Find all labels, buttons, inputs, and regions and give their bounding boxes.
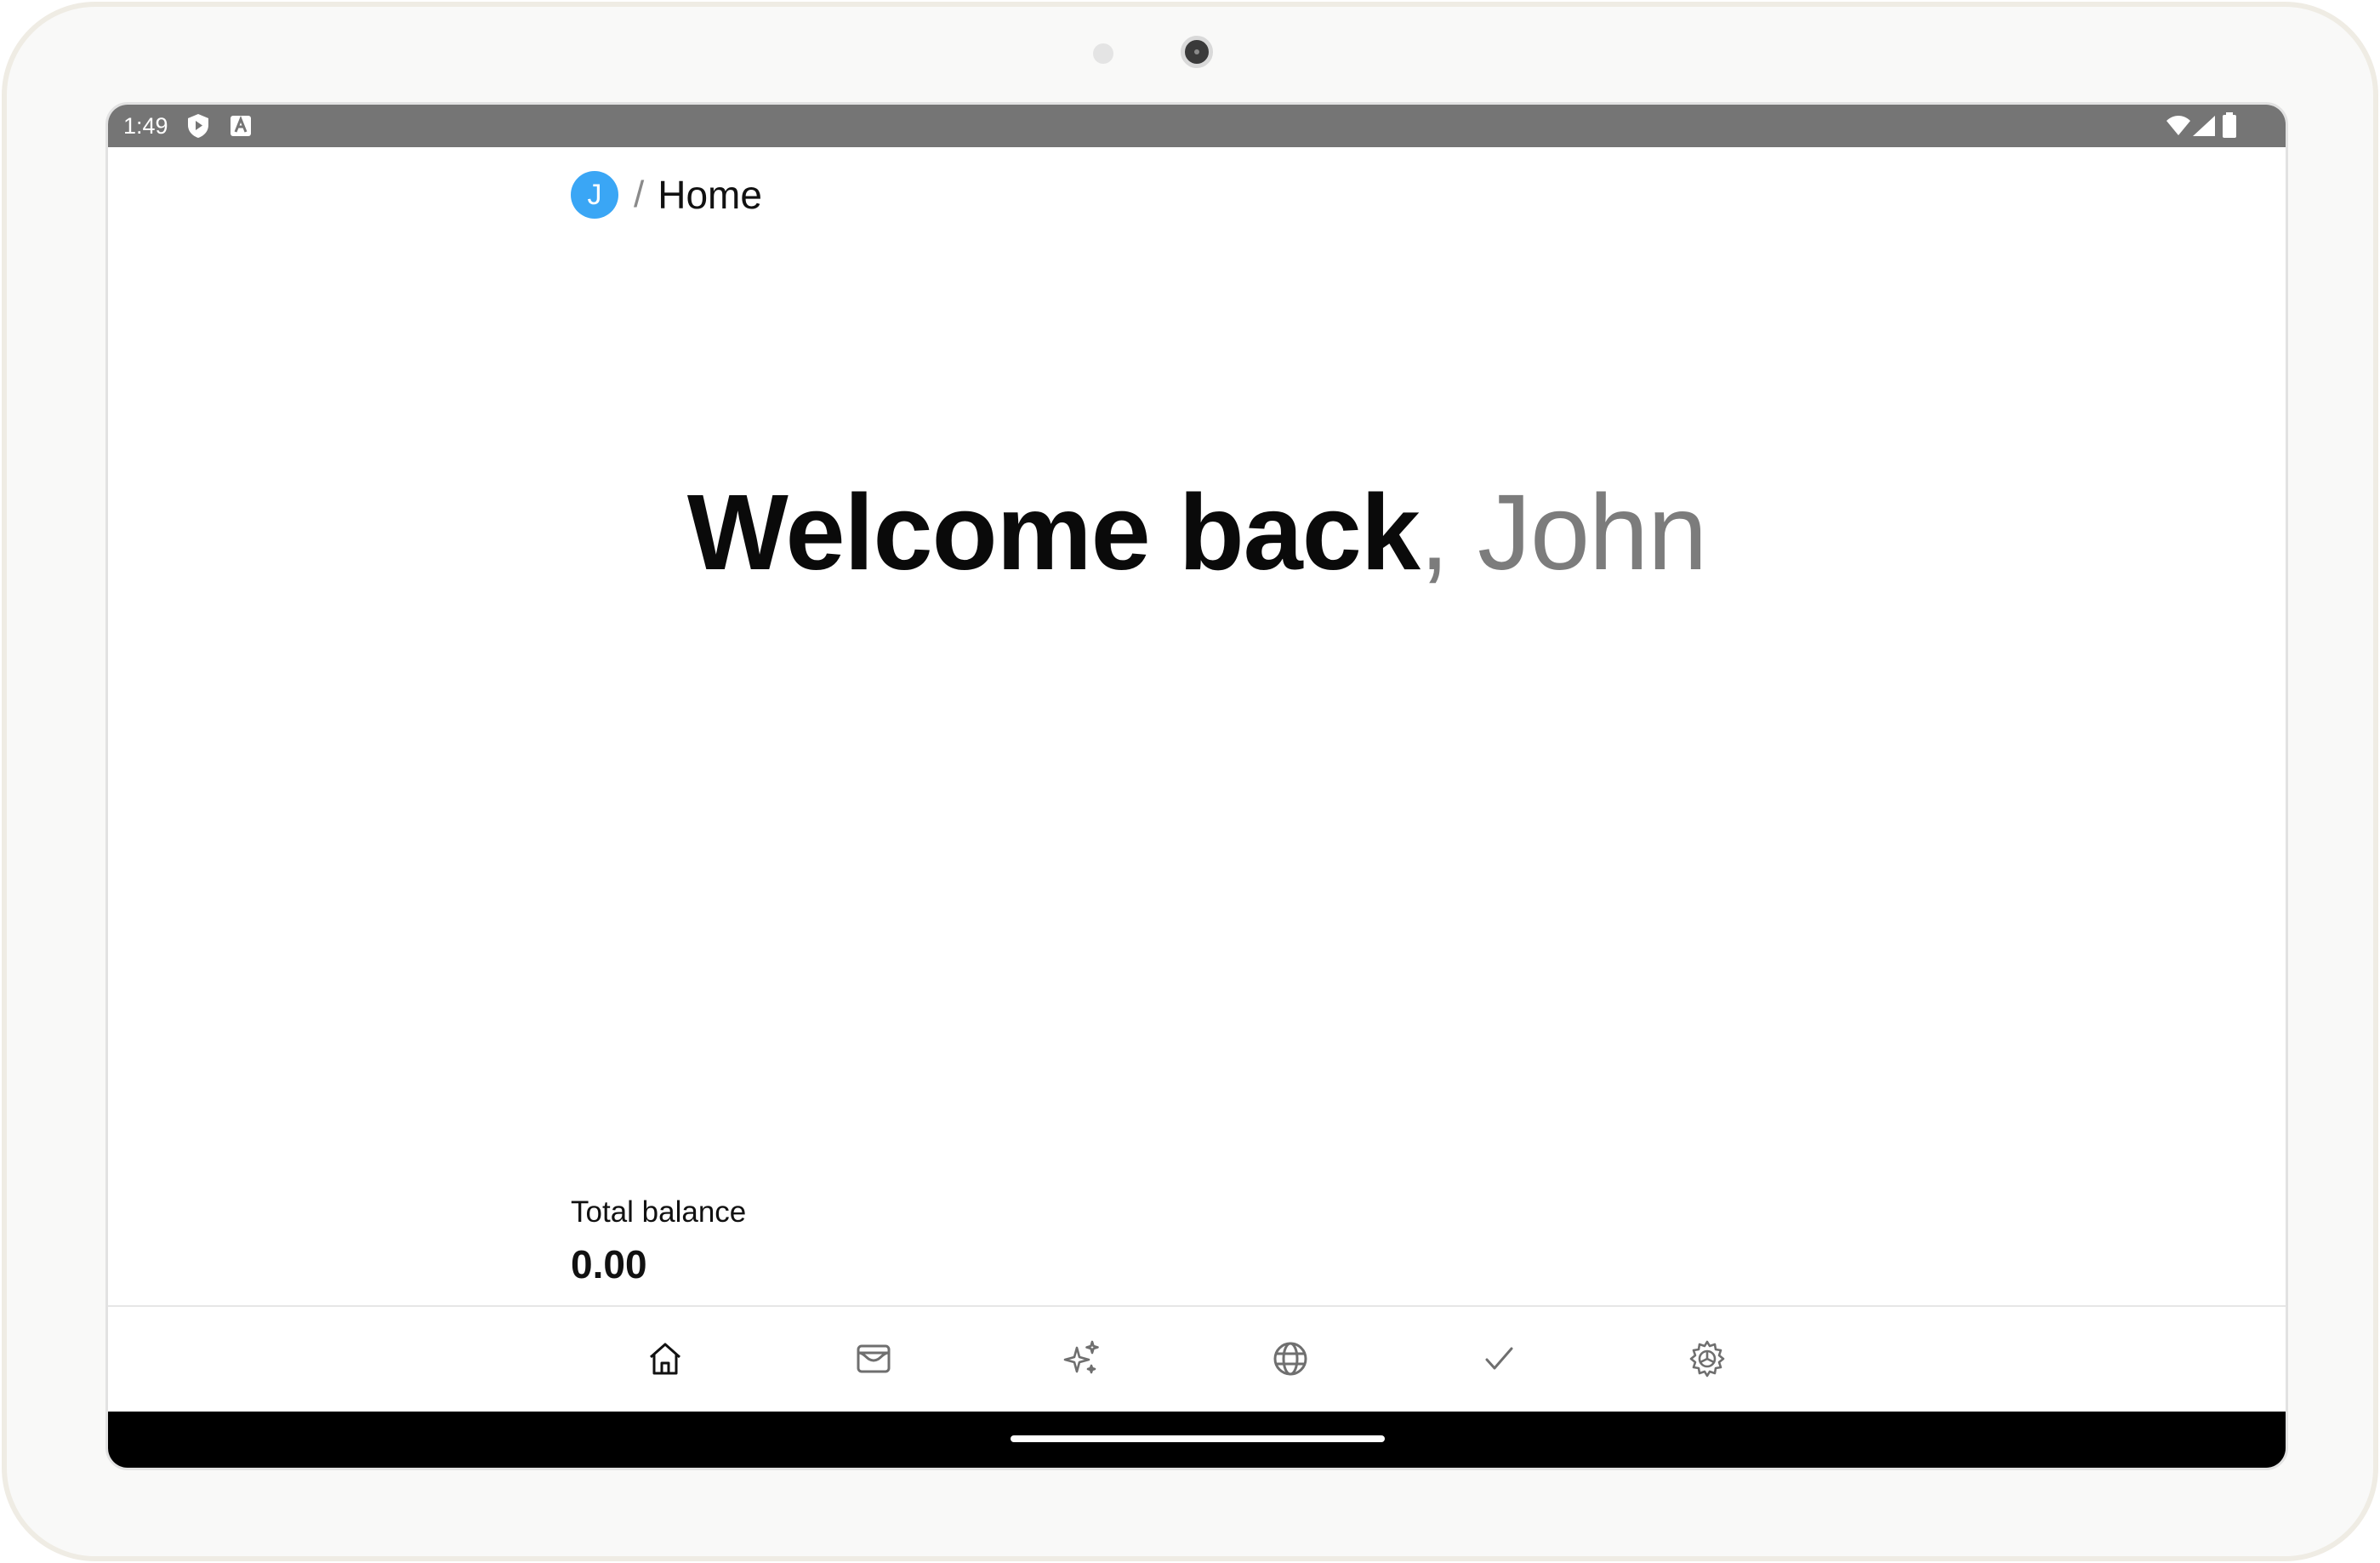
nav-sparkles[interactable] [1061,1339,1103,1382]
globe-icon [1272,1340,1309,1382]
cellular-signal-icon [2192,115,2216,141]
home-screen: J / Home Welcome back, John Total balanc… [108,147,2286,1305]
welcome-user-name: John [1448,472,1707,592]
wifi-icon [2166,115,2191,141]
breadcrumb: J / Home [571,171,762,219]
battery-icon [2222,112,2237,142]
total-balance-label: Total balance [571,1195,747,1229]
bottom-navigation [108,1305,2286,1412]
check-icon [1480,1340,1517,1382]
status-time: 1:49 [123,113,168,139]
system-navigation-bar [108,1412,2286,1468]
wallet-icon [855,1340,892,1382]
page-title: Home [658,173,762,217]
status-bar: 1:49 [108,105,2286,147]
welcome-heading: Welcome back, John [108,471,2286,594]
light-sensor [1093,43,1113,64]
welcome-comma: , [1419,472,1449,592]
avatar[interactable]: J [571,171,618,219]
sparkles-icon [1062,1339,1102,1383]
nav-globe[interactable] [1269,1339,1312,1382]
nav-tasks[interactable] [1478,1339,1520,1382]
front-camera [1181,36,1213,68]
text-a-icon [230,115,252,141]
home-gesture-handle[interactable] [1011,1435,1385,1442]
tablet-frame: 1:49 J / Home Welcome back, John Total b… [2,2,2378,1561]
device-screen: 1:49 J / Home Welcome back, John Total b… [105,102,2288,1470]
breadcrumb-separator: / [634,174,645,215]
settings-gear-icon [1688,1339,1727,1383]
nav-home[interactable] [644,1339,686,1382]
home-icon [646,1340,684,1382]
welcome-greeting: Welcome back [686,472,1421,592]
nav-wallet[interactable] [852,1339,895,1382]
nav-settings[interactable] [1686,1339,1728,1382]
shield-play-icon [186,113,210,143]
total-balance-value: 0.00 [571,1242,647,1286]
